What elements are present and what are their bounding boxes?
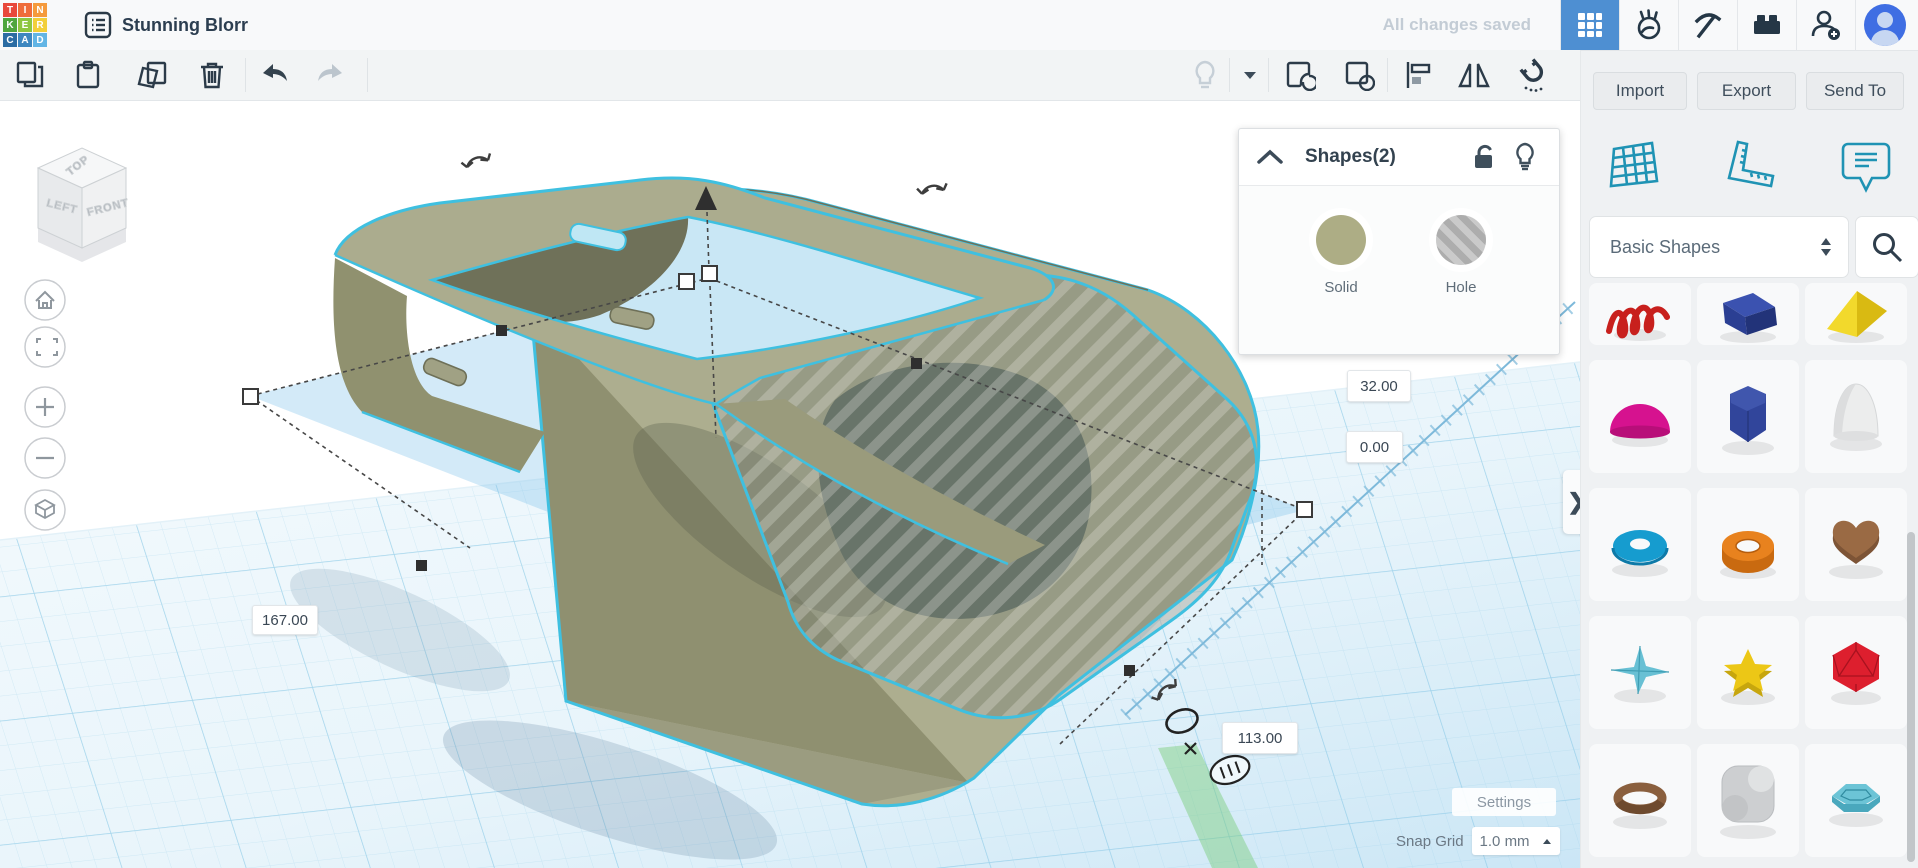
toolbar-separator — [1387, 58, 1388, 92]
shape-half-sphere[interactable] — [1589, 360, 1691, 473]
redo-icon[interactable] — [312, 58, 348, 92]
search-icon — [1870, 230, 1904, 264]
shape-polygon-prism[interactable] — [1697, 360, 1799, 473]
ungroup-icon[interactable] — [1341, 58, 1377, 92]
toolbar-separator — [1229, 58, 1230, 92]
copy-icon[interactable] — [12, 58, 48, 92]
edit-toolbar — [0, 50, 1580, 101]
solid-swatch[interactable]: Solid — [1291, 215, 1391, 296]
notes-icon[interactable] — [1831, 134, 1901, 196]
delete-icon[interactable] — [194, 58, 230, 92]
home-view-button[interactable] — [25, 280, 65, 320]
duplicate-icon[interactable] — [134, 58, 170, 92]
zoom-in-button[interactable] — [25, 387, 65, 427]
search-button[interactable] — [1855, 216, 1918, 278]
shape-scribble[interactable] — [1589, 283, 1691, 345]
save-status: All changes saved — [1383, 0, 1531, 50]
caret-up-icon — [1542, 838, 1552, 845]
shape-paraboloid[interactable] — [1805, 360, 1907, 473]
shape-library-panel: Import Export Send To Basic Shapes — [1580, 50, 1918, 868]
shape-icosahedron[interactable] — [1805, 616, 1907, 729]
viewport-nav-buttons — [25, 280, 65, 530]
header-nav — [1560, 0, 1918, 50]
rotate-handle[interactable] — [461, 153, 491, 168]
inspector-title: Shapes(2) — [1305, 129, 1396, 185]
lightbulb-icon[interactable] — [1187, 58, 1223, 92]
shape-roof[interactable] — [1805, 283, 1907, 345]
paste-icon[interactable] — [70, 58, 106, 92]
tinkercad-logo[interactable]: T I N K E R C A D — [3, 3, 47, 47]
dimension-depth-label[interactable]: 113.00 — [1222, 722, 1298, 754]
lightbulb-icon[interactable] — [1513, 142, 1537, 172]
view-cube[interactable]: TOP LEFT FRONT — [38, 148, 130, 262]
selection-inspector-panel: Shapes(2) Solid Hole — [1238, 128, 1560, 355]
align-icon[interactable] — [1400, 58, 1436, 92]
ruler-icon[interactable] — [1715, 134, 1785, 196]
shape-torus[interactable] — [1589, 488, 1691, 601]
dimension-height-label[interactable]: 32.00 — [1347, 370, 1411, 402]
shape-star-4pt[interactable] — [1589, 616, 1691, 729]
snap-grid-label: Snap Grid — [1396, 833, 1464, 850]
shape-heart[interactable] — [1805, 488, 1907, 601]
solid-color-circle[interactable] — [1316, 215, 1366, 265]
snap-grid-control: Snap Grid 1.0 mm — [1396, 827, 1560, 855]
magnet-icon[interactable] — [1516, 58, 1552, 92]
bricks-icon[interactable] — [1737, 0, 1796, 50]
hand-icon[interactable] — [1619, 0, 1678, 50]
shape-category-dropdown[interactable]: Basic Shapes — [1589, 216, 1849, 278]
dropdown-caret-icon[interactable] — [1236, 58, 1264, 92]
settings-button[interactable]: Settings — [1452, 788, 1556, 816]
shape-ring[interactable] — [1589, 744, 1691, 857]
dimension-width-label[interactable]: 167.00 — [252, 605, 318, 635]
perspective-toggle-button[interactable] — [25, 490, 65, 530]
hole-swatch[interactable]: Hole — [1411, 215, 1511, 296]
minecraft-pickaxe-icon[interactable] — [1678, 0, 1737, 50]
shape-gem[interactable] — [1805, 744, 1907, 857]
hole-pattern-circle[interactable] — [1436, 215, 1486, 265]
import-button[interactable]: Import — [1593, 72, 1687, 110]
avatar[interactable] — [1855, 0, 1914, 50]
fit-view-button[interactable] — [25, 327, 65, 367]
zoom-out-button[interactable] — [25, 438, 65, 478]
collapse-chevron-icon[interactable] — [1255, 147, 1285, 167]
shape-box[interactable] — [1697, 283, 1799, 345]
send-to-button[interactable]: Send To — [1806, 72, 1904, 110]
rotate-handle[interactable] — [917, 183, 948, 194]
snap-grid-dropdown[interactable]: 1.0 mm — [1472, 827, 1560, 855]
document-properties-icon[interactable] — [84, 11, 112, 39]
undo-icon[interactable] — [257, 58, 293, 92]
gallery-scrollbar[interactable] — [1907, 532, 1915, 862]
toolbar-separator — [245, 58, 246, 92]
shape-tube[interactable] — [1697, 488, 1799, 601]
select-caret-icon — [1820, 237, 1832, 257]
toolbar-separator — [1268, 58, 1269, 92]
export-button[interactable]: Export — [1697, 72, 1796, 110]
toolbar-separator — [367, 58, 368, 92]
unlock-icon[interactable] — [1471, 144, 1497, 172]
shape-star-5pt[interactable] — [1697, 616, 1799, 729]
shape-rounded-cube[interactable] — [1697, 744, 1799, 857]
hole-label: Hole — [1411, 279, 1511, 296]
dimension-z-label[interactable]: 0.00 — [1346, 431, 1403, 463]
app-header: T I N K E R C A D Stunning Blorr All cha… — [0, 0, 1918, 51]
group-icon[interactable] — [1282, 58, 1318, 92]
inspector-header: Shapes(2) — [1239, 129, 1559, 186]
mirror-icon[interactable] — [1456, 58, 1492, 92]
dashboard-grid-icon[interactable] — [1560, 0, 1619, 50]
invite-person-icon[interactable] — [1796, 0, 1855, 50]
workplane-icon[interactable] — [1599, 134, 1669, 196]
solid-label: Solid — [1291, 279, 1391, 296]
design-title[interactable]: Stunning Blorr — [122, 0, 248, 50]
